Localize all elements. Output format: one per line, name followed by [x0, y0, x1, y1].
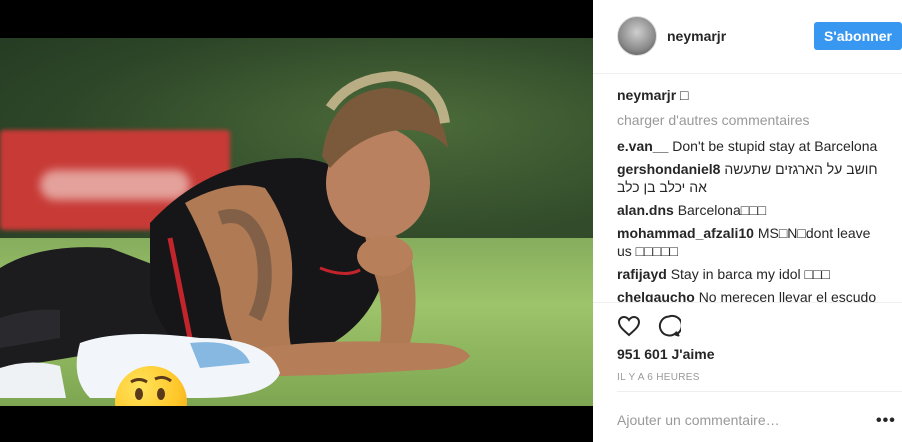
comment-text: Don't be stupid stay at Barcelona [672, 138, 878, 154]
comment-text: Stay in barca my idol □□□ [670, 266, 830, 282]
caption: neymarjr □ [617, 86, 887, 104]
post-photo[interactable] [0, 38, 593, 406]
comment-username[interactable]: rafijayd [617, 266, 667, 282]
follow-button[interactable]: S'abonner [814, 22, 902, 50]
load-more-comments-link[interactable]: charger d'autres commentaires [617, 111, 887, 129]
post-timestamp[interactable]: IL Y A 6 HEURES [617, 372, 700, 383]
comment-item: alan.dns Barcelona□□□ [617, 201, 887, 219]
actions-divider [593, 302, 902, 303]
comment-icon[interactable] [657, 314, 683, 338]
heart-icon[interactable] [617, 314, 641, 338]
comment-item: mohammad_afzali10 MS□N□dont leave us □□□… [617, 224, 887, 260]
caption-username[interactable]: neymarjr [617, 87, 676, 103]
thinking-face-emoji [115, 366, 187, 406]
comment-username[interactable]: e.van__ [617, 138, 668, 154]
comments-list[interactable]: neymarjr □ charger d'autres commentaires… [617, 86, 887, 302]
caption-text: □ [680, 87, 689, 103]
likes-count[interactable]: 951 601 J'aime [617, 346, 715, 362]
comment-username[interactable]: chelgaucho [617, 289, 695, 302]
more-options-icon[interactable]: ••• [876, 412, 896, 430]
comment-username[interactable]: mohammad_afzali10 [617, 225, 754, 241]
comment-text: No merecen llevar el escudo [698, 289, 877, 302]
comment-text: Barcelona□□□ [677, 202, 767, 218]
post-header: neymarjr S'abonner [593, 0, 902, 74]
comment-username[interactable]: alan.dns [617, 202, 674, 218]
comment-username[interactable]: gershondaniel8 [617, 161, 720, 177]
post-sidebar: neymarjr S'abonner neymarjr □ charger d'… [593, 0, 902, 442]
author-username[interactable]: neymarjr [667, 28, 726, 44]
comment-item: e.van__ Don't be stupid stay at Barcelon… [617, 137, 887, 155]
add-comment-divider [617, 391, 902, 392]
comment-item: rafijayd Stay in barca my idol □□□ [617, 265, 887, 283]
comment-item: gershondaniel8 חושב על הארגזים שתעשה אה … [617, 160, 887, 196]
avatar[interactable] [617, 16, 657, 56]
add-comment-input[interactable]: Ajouter un commentaire… [617, 412, 780, 428]
comment-item: chelgaucho No merecen llevar el escudo [617, 288, 887, 302]
post-media [0, 0, 593, 442]
